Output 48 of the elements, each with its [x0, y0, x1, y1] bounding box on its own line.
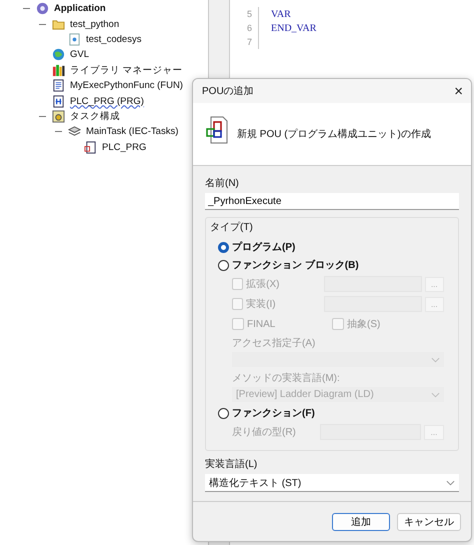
- code-line: VAR: [271, 8, 291, 20]
- language-dropdown[interactable]: 構造化テキスト (ST): [205, 474, 459, 492]
- stack-icon: [68, 125, 81, 138]
- field-label: アクセス指定子(A): [232, 336, 316, 350]
- gear-icon: [36, 2, 49, 16]
- radio-label[interactable]: プログラム(P): [232, 240, 296, 254]
- chevron-down-icon: [431, 392, 440, 398]
- chevron-down-icon: [446, 480, 455, 486]
- tree-item[interactable]: タスク構成: [70, 110, 120, 123]
- tree-item[interactable]: test_python: [70, 18, 120, 30]
- tree-item[interactable]: MyExecPythonFunc (FUN): [70, 80, 183, 92]
- dialog-button[interactable]: キャンセル: [397, 513, 461, 531]
- line-number: 6: [230, 21, 259, 35]
- tree-item[interactable]: GVL: [70, 49, 90, 60]
- globe-icon: [52, 48, 65, 62]
- pou-icon: [205, 116, 229, 144]
- radio-label[interactable]: ファンクション(F): [232, 406, 315, 420]
- dialog-heading: 新規 POU (プログラム構成ユニット)の作成: [237, 128, 431, 141]
- program-icon: [52, 94, 65, 108]
- document-icon: [52, 79, 65, 92]
- tree-item[interactable]: PLC_PRG (PRG): [70, 96, 144, 107]
- tree-item[interactable]: PLC_PRG: [102, 142, 146, 153]
- tree-item[interactable]: MainTask (IEC-Tasks): [86, 126, 178, 138]
- line-number: 7: [230, 35, 259, 49]
- radio-label[interactable]: ファンクション ブロック(B): [232, 258, 359, 272]
- line-number: 5: [230, 7, 259, 21]
- chevron-down-icon: [431, 356, 440, 362]
- name-field[interactable]: _PyrhonExecute: [205, 193, 459, 210]
- radio-button[interactable]: [218, 242, 229, 252]
- dialog-button[interactable]: 追加: [332, 513, 390, 531]
- radio-button[interactable]: [218, 260, 229, 270]
- group-label: タイプ(T): [210, 220, 254, 234]
- close-button[interactable]: ×: [452, 82, 465, 100]
- field-label: メソッドの実装言語(M):: [232, 372, 341, 385]
- window-title: POUの追加: [202, 84, 254, 98]
- task-config-icon: [52, 110, 65, 123]
- radio-button[interactable]: [218, 408, 229, 418]
- books-icon: [52, 64, 65, 77]
- tree-item[interactable]: ライブラリ マネージャー: [70, 64, 183, 77]
- name-label: 名前(N): [205, 177, 240, 190]
- tree-item[interactable]: Application: [54, 3, 106, 14]
- language-label: 実装言語(L): [205, 458, 258, 471]
- code-line: END_VAR: [271, 22, 316, 34]
- tree-item[interactable]: test_codesys: [86, 34, 142, 45]
- program-icon: [84, 140, 97, 154]
- file-icon: [68, 32, 81, 46]
- field-label: 戻り値の型(R): [232, 426, 297, 439]
- folder-icon: [52, 18, 65, 31]
